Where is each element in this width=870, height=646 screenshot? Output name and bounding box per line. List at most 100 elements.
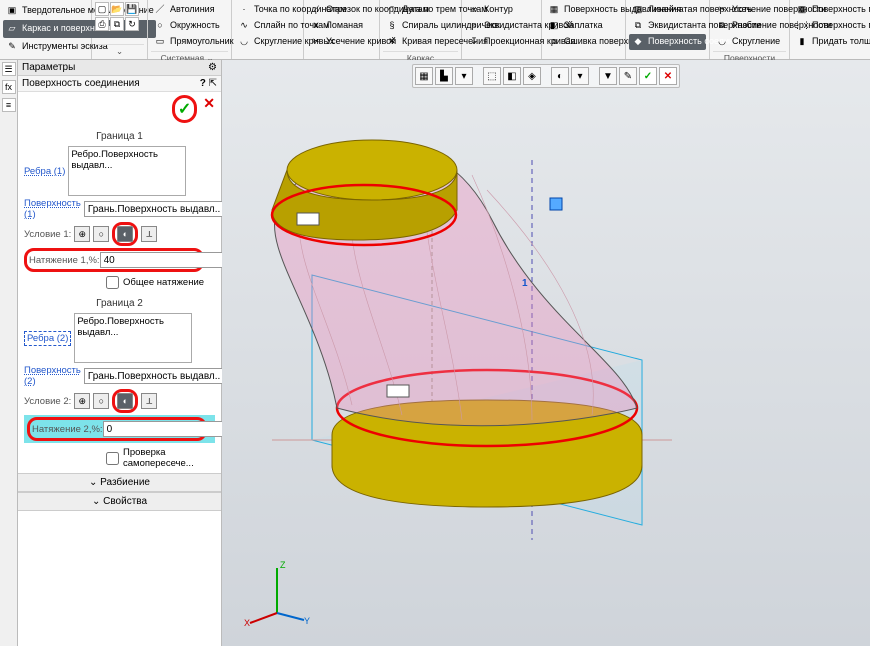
cond2-opt4[interactable]: ⟂ — [141, 393, 157, 409]
help-icon[interactable]: ? — [200, 78, 206, 89]
pin-icon[interactable]: ⇱ — [209, 78, 217, 89]
offset-surf-icon: ⧉ — [631, 19, 645, 33]
save-icon[interactable]: 💾 — [125, 2, 139, 16]
surface1-field[interactable] — [84, 201, 224, 217]
rect-button[interactable]: ▭Прямоугольник — [151, 34, 228, 50]
cond1-opt1[interactable]: ⊕ — [74, 226, 90, 242]
panel-gear-icon[interactable]: ⚙ — [208, 62, 217, 73]
spline-button[interactable]: ∿Сплайн по точкам — [235, 18, 300, 34]
segment-icon: ⟋ — [309, 3, 323, 17]
edges1-list[interactable]: Ребро.Поверхность выдавл... — [68, 146, 186, 196]
common-tension-label: Общее натяжение — [123, 277, 204, 288]
segment-button[interactable]: ⟋Отрезок по координатам — [307, 2, 376, 18]
point-button[interactable]: ·Точка по координатам — [235, 2, 300, 18]
viewport[interactable]: ▦ ▙ ▾ ⬚ ◧ ◈ ◐ ▾ ▼ ✎ ✓ ✕ — [222, 60, 870, 646]
tree-tab-icon[interactable]: ☰ — [2, 62, 16, 76]
point-icon: · — [237, 3, 251, 17]
thicken-button[interactable]: ▮Придать толщину — [793, 34, 867, 50]
open-icon[interactable]: 📂 — [110, 2, 124, 16]
stitch-icon: ⧈ — [547, 35, 561, 49]
axis-x-label: X — [244, 618, 250, 628]
cond2-label: Условие 2: — [24, 396, 71, 407]
annotation-1: 1 — [522, 278, 528, 289]
edges1-link[interactable]: Ребра (1) — [24, 166, 65, 177]
selfcheck-checkbox[interactable] — [106, 452, 119, 465]
split-icon: ⧉ — [715, 19, 729, 33]
boundary2-title: Граница 2 — [24, 295, 215, 311]
project-button[interactable]: ↧Проекционная кривая — [465, 34, 538, 50]
copy-icon[interactable]: ⧉ — [110, 17, 124, 31]
tools-icon: ✎ — [5, 40, 19, 54]
blend-surface-button[interactable]: ◆Поверхность соединения — [629, 34, 706, 50]
spline-icon: ∿ — [237, 19, 251, 33]
cond2-opt2[interactable]: ○ — [93, 393, 109, 409]
ribbon: ▣Твердотельное моделирование ▱Каркас и п… — [0, 0, 870, 60]
contour-icon: ▱ — [467, 3, 481, 17]
autoline-button[interactable]: ／Автолиния — [151, 2, 228, 18]
cond1-opt4[interactable]: ⟂ — [141, 226, 157, 242]
arc-icon: ◠ — [385, 3, 399, 17]
offset-surface-button[interactable]: ⧉Эквидистанта поверхности — [629, 18, 706, 34]
extrude-surface-button[interactable]: ▦Поверхность выдавливания — [545, 2, 622, 18]
polyline-button[interactable]: ⩙Ломаная — [307, 18, 376, 34]
cancel-button[interactable]: ✕ — [203, 95, 215, 123]
equidistant-button[interactable]: ≈Эквидистанта кривой — [465, 18, 538, 34]
helix-icon: § — [385, 19, 399, 33]
helix-button[interactable]: §Спираль цилиндрическ — [383, 18, 458, 34]
curve-net-button[interactable]: ▦Поверхность по сети кривых — [793, 2, 867, 18]
tension1-input[interactable] — [100, 252, 240, 268]
cond1-opt2[interactable]: ○ — [93, 226, 109, 242]
model-scene — [222, 60, 870, 646]
round-button[interactable]: ◡Скругление — [713, 34, 786, 50]
section-split[interactable]: Разбиение — [18, 473, 221, 492]
rect-icon: ▭ — [153, 35, 167, 49]
cube-icon: ▣ — [5, 4, 19, 18]
fx-tab-icon[interactable]: fx — [2, 80, 16, 94]
cond2-opt1[interactable]: ⊕ — [74, 393, 90, 409]
cond2-opt3[interactable]: ◐ — [117, 393, 133, 409]
print-icon[interactable]: ⎙ — [95, 17, 109, 31]
blend-icon: ◆ — [631, 35, 645, 49]
surface2-field[interactable] — [84, 368, 224, 384]
refresh-icon[interactable]: ↻ — [125, 17, 139, 31]
trim-button[interactable]: ✂Усечение кривой — [307, 34, 376, 50]
trim-surface-button[interactable]: ✂Усечение поверхности — [713, 2, 786, 18]
fillet-curve-button[interactable]: ◡Скругление кривых — [235, 34, 300, 50]
circle-button[interactable]: ○Окружность — [151, 18, 228, 34]
net-points-icon: ⋮⋮ — [795, 19, 809, 33]
arc-button[interactable]: ◠Дуга по трем точкам — [383, 2, 458, 18]
ruled-button[interactable]: ▥Линейчатая поверхность — [629, 2, 706, 18]
edges2-list[interactable]: Ребро.Поверхность выдавл... — [74, 313, 192, 363]
surface1-link[interactable]: Поверхность (1) — [24, 198, 81, 220]
patch-button[interactable]: ◧Заплатка — [545, 18, 622, 34]
left-rail: ☰ fx ≡ — [0, 60, 18, 646]
section-props[interactable]: Свойства — [18, 492, 221, 511]
axis-triad: Z X Y — [242, 558, 312, 628]
trim-surf-icon: ✂ — [715, 3, 729, 17]
offset-curve-icon: ≈ — [467, 19, 481, 33]
extrude-icon: ▦ — [547, 3, 561, 17]
cond1-label: Условие 1: — [24, 229, 71, 240]
point-net-button[interactable]: ⋮⋮Поверхность по сети точек — [793, 18, 867, 34]
fillet-icon: ◡ — [237, 35, 251, 49]
surface-icon: ▱ — [5, 22, 19, 36]
split-surface-button[interactable]: ⧉Разбиение поверхности — [713, 18, 786, 34]
surface2-link[interactable]: Поверхность (2) — [24, 365, 81, 387]
circle-icon: ○ — [153, 19, 167, 33]
tension1-label: Натяжение 1,%: — [29, 255, 100, 266]
layers-tab-icon[interactable]: ≡ — [2, 98, 16, 112]
patch-icon: ◧ — [547, 19, 561, 33]
new-icon[interactable]: ▢ — [95, 2, 109, 16]
confirm-button[interactable]: ✓ — [178, 99, 191, 119]
common-tension-checkbox[interactable] — [106, 276, 119, 289]
cond1-opt3[interactable]: ◐ — [117, 226, 133, 242]
contour-button[interactable]: ▱Контур — [465, 2, 538, 18]
net-curves-icon: ▦ — [795, 3, 809, 17]
thicken-icon: ▮ — [795, 35, 809, 49]
ruled-icon: ▥ — [631, 3, 645, 17]
trim-icon: ✂ — [309, 35, 323, 49]
stitch-button[interactable]: ⧈Сшивка поверхностей — [545, 34, 622, 50]
intersect-button[interactable]: ✕Кривая пересечения — [383, 34, 458, 50]
edges2-link[interactable]: Ребра (2) — [24, 331, 71, 346]
project-icon: ↧ — [467, 35, 481, 49]
